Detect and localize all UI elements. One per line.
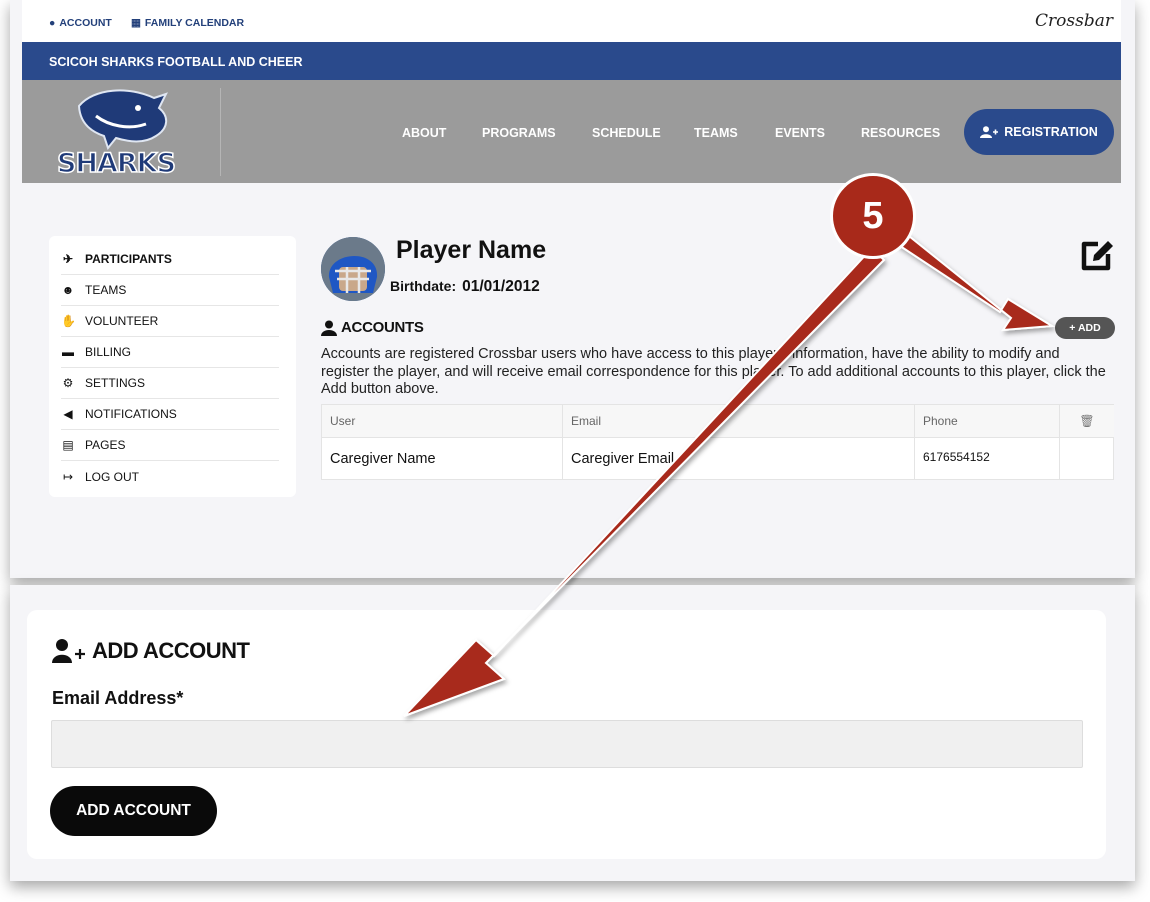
- email-label: Email Address*: [52, 688, 184, 708]
- user-icon: [321, 320, 337, 336]
- player-name: Player Name: [396, 236, 547, 264]
- user-circle-icon: ●: [49, 17, 56, 29]
- accounts-title: ACCOUNTS: [321, 319, 424, 336]
- add-account-submit-button[interactable]: ADD ACCOUNT: [50, 786, 217, 836]
- family-calendar-link[interactable]: ▦ FAMILY CALENDAR: [131, 17, 244, 29]
- nav-about[interactable]: ABOUT: [402, 126, 446, 140]
- nav-events[interactable]: EVENTS: [775, 126, 825, 140]
- cell-delete[interactable]: [1060, 438, 1114, 480]
- file-icon: ▤: [62, 438, 74, 452]
- credit-card-icon: ▬: [62, 345, 74, 359]
- trash-icon[interactable]: 🗑: [1060, 405, 1114, 438]
- cell-phone: 6176554152: [915, 438, 1060, 480]
- sidebar-item-settings[interactable]: ⚙ SETTINGS: [61, 368, 279, 399]
- sidebar-item-teams[interactable]: ☻ TEAMS: [61, 275, 279, 306]
- player-avatar: [321, 237, 385, 301]
- nav-teams[interactable]: TEAMS: [694, 126, 738, 140]
- sidebar-item-notifications[interactable]: ◀ NOTIFICATIONS: [61, 399, 279, 430]
- cogs-icon: ⚙: [62, 376, 74, 390]
- account-sidebar: ✈ PARTICIPANTS ☻ TEAMS ✋ VOLUNTEER ▬ BILLING…: [49, 236, 296, 497]
- add-account-title: ADD ACCOUNT: [52, 638, 250, 664]
- account-link[interactable]: ● ACCOUNT: [49, 17, 112, 29]
- registration-button[interactable]: REGISTRATION: [964, 109, 1114, 155]
- birthdate-label: Birthdate:: [390, 278, 457, 294]
- edit-icon[interactable]: [1076, 236, 1116, 276]
- crossbar-logo[interactable]: Crossbar: [1035, 11, 1113, 31]
- helmet-photo-icon: [321, 237, 385, 301]
- column-header-phone: Phone: [915, 405, 1060, 438]
- sidebar-item-participants[interactable]: ✈ PARTICIPANTS: [61, 244, 279, 275]
- email-input[interactable]: [51, 720, 1083, 768]
- sign-out-icon: ↦: [62, 469, 74, 484]
- site-header: SHARKS ABOUT PROGRAMS SCHEDULE TEAMS EVE…: [22, 80, 1121, 183]
- sidebar-item-pages[interactable]: ▤ PAGES: [61, 430, 279, 461]
- sidebar-item-log-out[interactable]: ↦ LOG OUT: [61, 461, 279, 492]
- cell-user: Caregiver Name: [322, 438, 563, 480]
- users-icon: ☻: [61, 283, 75, 297]
- add-account-card: ADD ACCOUNT Email Address* ADD ACCOUNT: [27, 610, 1106, 859]
- megaphone-icon: ◀: [63, 407, 73, 421]
- handshake-icon: ✋: [61, 314, 76, 328]
- column-header-email: Email: [563, 405, 915, 438]
- add-account-screenshot: ADD ACCOUNT Email Address* ADD ACCOUNT: [10, 585, 1135, 881]
- accounts-table: User Email Phone 🗑 Caregiver Name Caregi…: [321, 404, 1114, 480]
- player-birthdate: Birthdate: 01/01/2012: [390, 278, 540, 296]
- sidebar-item-billing[interactable]: ▬ BILLING: [61, 337, 279, 368]
- cell-email: Caregiver Email: [563, 438, 915, 480]
- step-number-badge: 5: [830, 173, 916, 259]
- org-name-bar: SCICOH SHARKS FOOTBALL AND CHEER: [22, 42, 1121, 80]
- nav-programs[interactable]: PROGRAMS: [482, 126, 556, 140]
- add-account-button[interactable]: + ADD: [1055, 317, 1115, 339]
- sidebar-item-volunteer[interactable]: ✋ VOLUNTEER: [61, 306, 279, 337]
- stage: ● ACCOUNT ▦ FAMILY CALENDAR Crossbar SCI…: [0, 0, 1150, 902]
- user-plus-icon: [52, 639, 85, 663]
- accounts-description: Accounts are registered Crossbar users w…: [321, 346, 1106, 397]
- column-header-user: User: [322, 405, 563, 438]
- account-page-screenshot: ● ACCOUNT ▦ FAMILY CALENDAR Crossbar SCI…: [10, 0, 1135, 578]
- main-nav: ABOUT PROGRAMS SCHEDULE TEAMS EVENTS RES…: [22, 80, 1121, 183]
- nav-resources[interactable]: RESOURCES: [861, 126, 940, 140]
- running-icon: ✈: [62, 252, 74, 266]
- calendar-icon: ▦: [131, 17, 141, 29]
- user-plus-icon: [980, 126, 999, 138]
- nav-schedule[interactable]: SCHEDULE: [592, 126, 661, 140]
- top-bar: ● ACCOUNT ▦ FAMILY CALENDAR Crossbar: [22, 0, 1121, 42]
- birthdate-value: 01/01/2012: [462, 278, 540, 295]
